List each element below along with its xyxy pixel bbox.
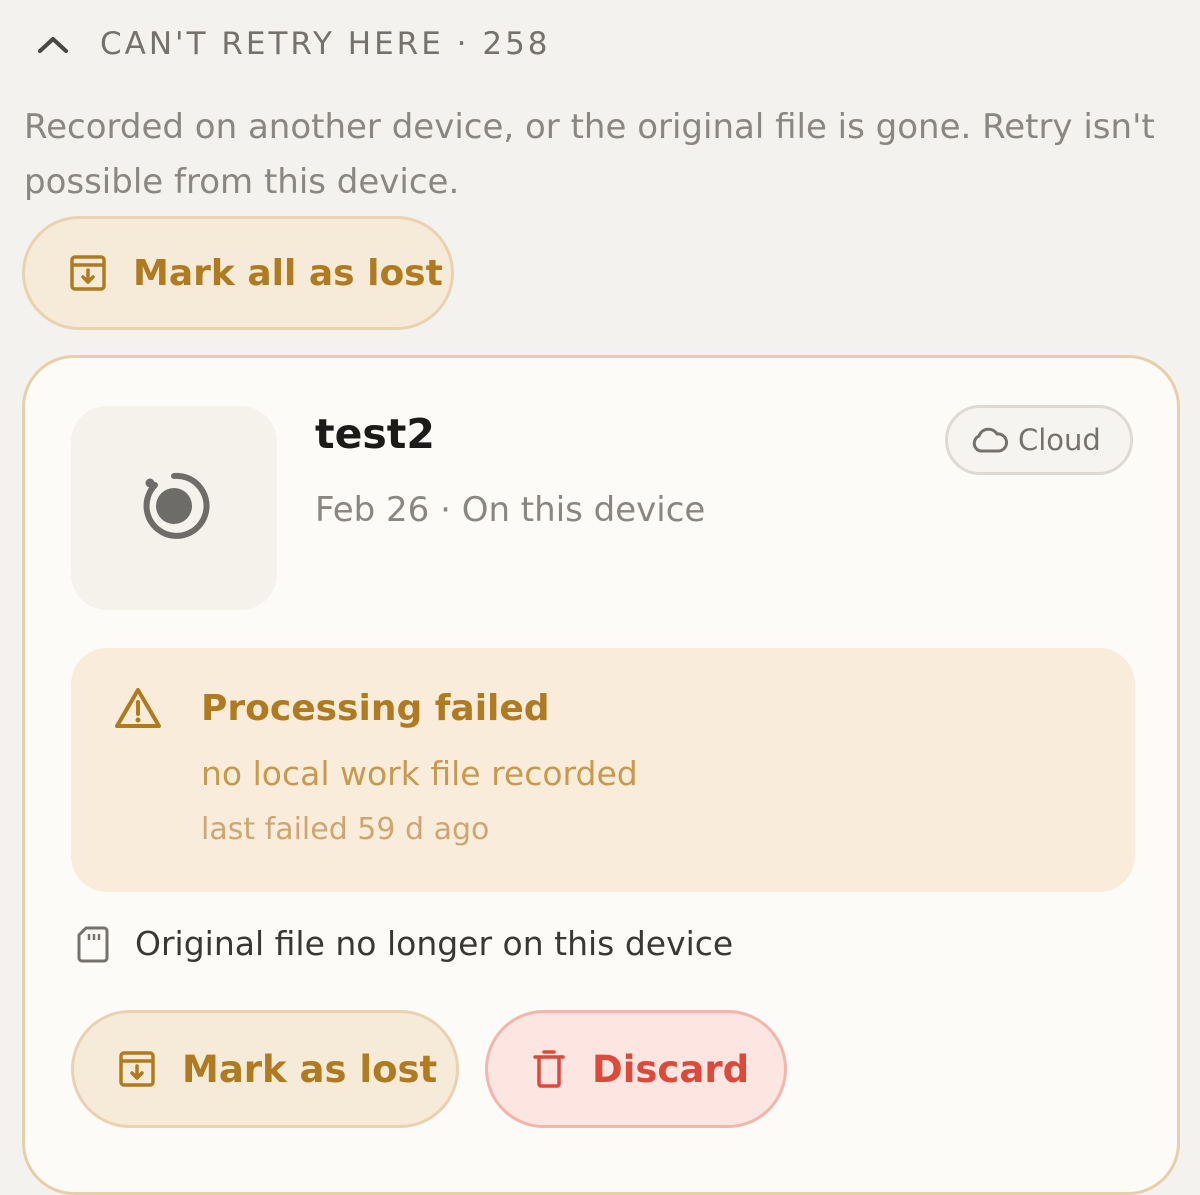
chevron-up-icon [36, 26, 72, 62]
trash-icon [532, 1049, 566, 1089]
recording-title: test2 [315, 410, 435, 458]
file-status-note: Original file no longer on this device [77, 924, 733, 963]
cloud-label: Cloud [1018, 423, 1101, 457]
cloud-icon [970, 426, 1008, 454]
recording-thumbnail [71, 406, 277, 610]
recording-icon [137, 469, 211, 547]
archive-download-icon [118, 1050, 156, 1088]
file-status-text: Original file no longer on this device [135, 924, 734, 963]
mark-lost-label: Mark as lost [182, 1047, 438, 1091]
mark-all-lost-button[interactable]: Mark all as lost [22, 216, 454, 330]
warning-icon [113, 686, 163, 734]
failure-reason: no local work file recorded [201, 754, 638, 793]
failure-timestamp: last failed 59 d ago [201, 812, 490, 847]
sd-card-icon [77, 925, 109, 963]
discard-label: Discard [592, 1047, 750, 1091]
recording-meta: Feb 26 · On this device [315, 490, 706, 530]
discard-button[interactable]: Discard [485, 1010, 787, 1128]
failure-title: Processing failed [201, 688, 550, 729]
section-description: Recorded on another device, or the origi… [24, 107, 1155, 202]
section-title: CAN'T RETRY HERE · 258 [100, 26, 551, 62]
mark-lost-button[interactable]: Mark as lost [71, 1010, 459, 1128]
cloud-chip[interactable]: Cloud [945, 405, 1133, 475]
failure-panel: Processing failed no local work file rec… [71, 648, 1135, 892]
mark-all-lost-label: Mark all as lost [133, 252, 443, 294]
recording-card: test2 Feb 26 · On this device Cloud Proc… [22, 355, 1180, 1195]
section-header-toggle[interactable]: CAN'T RETRY HERE · 258 [36, 18, 551, 70]
archive-download-icon [69, 254, 107, 292]
